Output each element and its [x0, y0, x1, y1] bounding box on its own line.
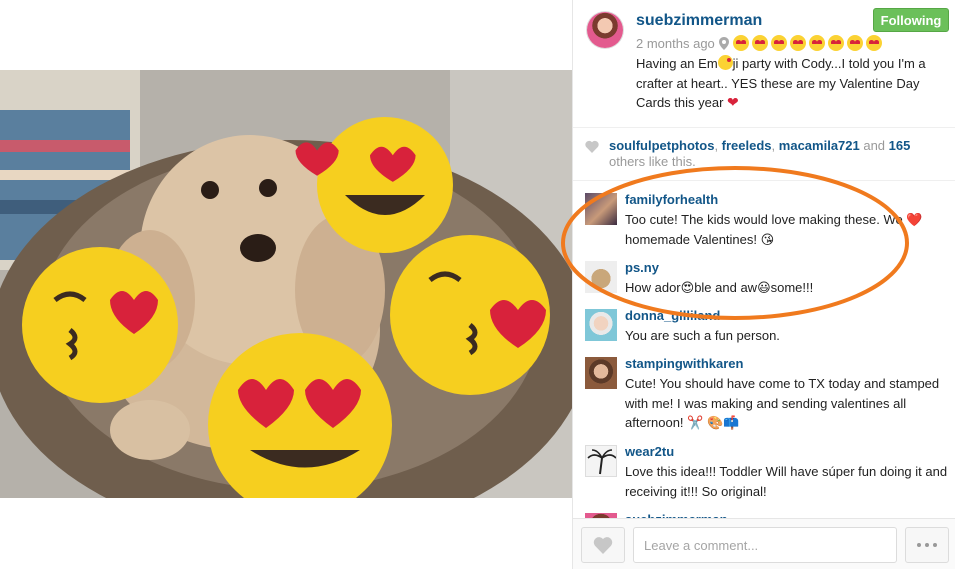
comment-item: stampingwithkaren Cute! You should have … [573, 352, 955, 440]
pin-icon[interactable] [718, 36, 729, 50]
liker-link[interactable]: soulfulpetphotos [609, 138, 714, 153]
commenter-avatar[interactable] [585, 357, 617, 389]
caption-text-start: Having an Em [636, 56, 718, 71]
more-options-button[interactable] [905, 527, 949, 563]
post-header: suebzimmerman Following 2 months ago Hav… [573, 0, 955, 128]
comment-footer [573, 518, 955, 569]
heart-eyes-emoji-icon [846, 35, 863, 51]
heart-icon [593, 537, 613, 554]
comment-text: How ador😍ble and aw😃some!!! [625, 280, 814, 295]
following-button[interactable]: Following [873, 8, 949, 32]
commenter-username[interactable]: stampingwithkaren [625, 356, 743, 371]
comment-item: familyforhealth Too cute! The kids would… [573, 188, 955, 256]
kiss-emoji-icon [751, 35, 768, 51]
comment-item: suebzimmerman [573, 508, 955, 518]
kiss-emoji-icon [717, 55, 733, 70]
heart-icon [585, 140, 599, 153]
heart-eyes-emoji-icon [808, 35, 825, 51]
comment-text: Cute! You should have come to TX today a… [625, 376, 940, 430]
kiss-emoji-icon [865, 35, 882, 51]
comment-list: familyforhealth Too cute! The kids would… [573, 188, 955, 518]
post-meta: 2 months ago [636, 35, 882, 51]
commenter-username[interactable]: donna_gilliland [625, 308, 720, 323]
kiss-emoji-icon [789, 35, 806, 51]
more-icon [933, 543, 937, 547]
comment-text: Too cute! The kids would love making the… [625, 212, 923, 247]
commenter-avatar[interactable] [585, 445, 617, 477]
commenter-username[interactable]: wear2tu [625, 444, 674, 459]
comment-item: ps.ny How ador😍ble and aw😃some!!! [573, 256, 955, 304]
more-icon [917, 543, 921, 547]
comment-item: donna_gilliland You are such a fun perso… [573, 304, 955, 352]
commenter-avatar[interactable] [585, 261, 617, 293]
liker-link[interactable]: macamila721 [779, 138, 860, 153]
likes-tail: others like this. [609, 154, 696, 169]
kiss-emoji-icon [827, 35, 844, 51]
comment-text: You are such a fun person. [625, 328, 780, 343]
commenter-avatar[interactable] [585, 193, 617, 225]
heart-eyes-emoji-icon [732, 35, 749, 51]
likes-text: soulfulpetphotos, freeleds, macamila721 … [609, 138, 939, 170]
photo-pane [0, 0, 572, 569]
red-heart-icon: ❤ [727, 94, 739, 110]
post-caption: Having an Em ji party with Cody...I told … [636, 54, 946, 113]
likes-count-link[interactable]: 165 [889, 138, 911, 153]
location-emojis [732, 35, 882, 51]
commenter-avatar[interactable] [585, 309, 617, 341]
commenter-username[interactable]: ps.ny [625, 260, 659, 275]
likes-separator: , [771, 138, 779, 153]
likes-separator: , [714, 138, 722, 153]
post-photo[interactable] [0, 70, 572, 498]
comment-input[interactable] [633, 527, 897, 563]
author-avatar[interactable] [587, 12, 623, 48]
comments-panel: suebzimmerman Following 2 months ago Hav… [572, 0, 955, 569]
post-time-ago[interactable]: 2 months ago [636, 36, 715, 51]
palm-tree-logo-icon [587, 449, 617, 475]
comment-item: wear2tu Love this idea!!! Toddler Will h… [573, 440, 955, 508]
commenter-username[interactable]: familyforhealth [625, 192, 718, 207]
liker-link[interactable]: freeleds [722, 138, 772, 153]
like-button[interactable] [581, 527, 625, 563]
heart-eyes-emoji-icon [770, 35, 787, 51]
comment-text: Love this idea!!! Toddler Will have súpe… [625, 464, 948, 499]
photo-illustration [0, 70, 572, 498]
author-username[interactable]: suebzimmerman [636, 12, 762, 30]
likes-and: and [859, 138, 889, 153]
likes-section: soulfulpetphotos, freeleds, macamila721 … [573, 128, 955, 181]
more-icon [925, 543, 929, 547]
